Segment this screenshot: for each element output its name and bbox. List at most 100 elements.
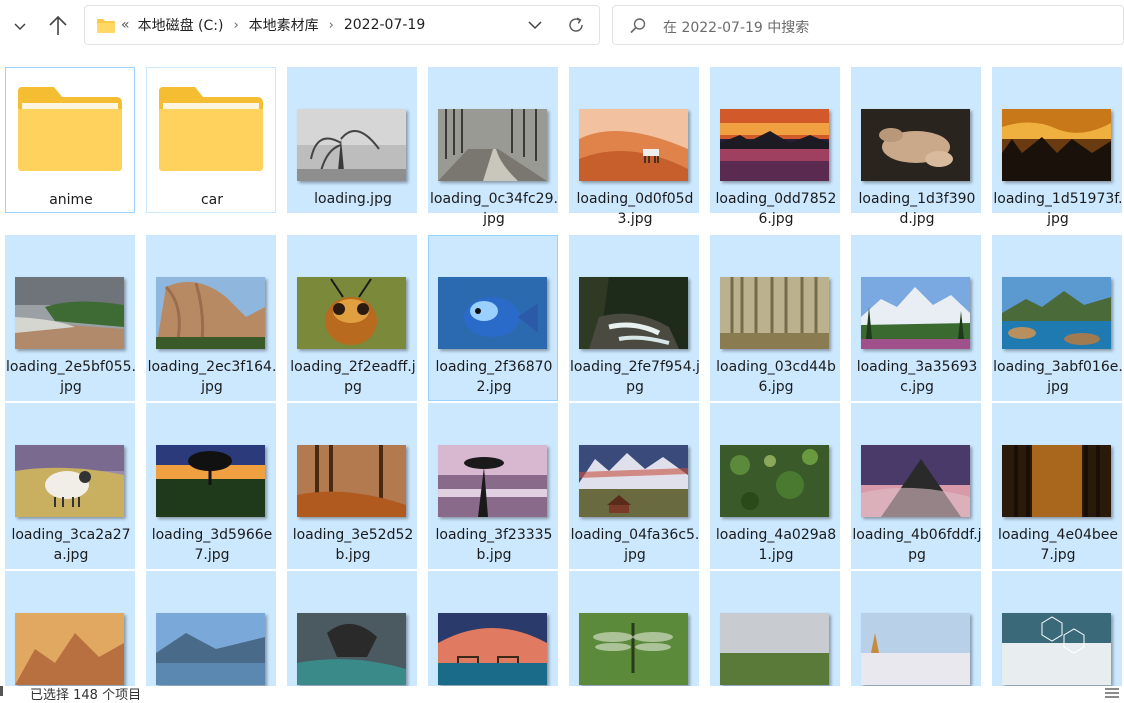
image-thumbnail	[579, 109, 688, 181]
file-name-label: loading.jpg	[314, 191, 392, 207]
file-item[interactable]: loading_4a029a81.jpg	[710, 403, 840, 569]
breadcrumb: « 本地磁盘 (C:) › 本地素材库 › 2022-07-19	[121, 6, 425, 44]
image-thumbnail	[720, 445, 829, 517]
file-name-label: loading_4b06fddf.jpg	[852, 527, 982, 563]
file-item[interactable]: loading_2f368702.jpg	[428, 235, 558, 401]
address-history-chevron-icon[interactable]	[527, 18, 543, 32]
recent-locations-chevron-icon[interactable]	[10, 14, 30, 38]
image-thumbnail	[297, 109, 406, 181]
image-thumbnail	[297, 445, 406, 517]
image-thumbnail	[579, 445, 688, 517]
file-name-label: loading_3abf016e.jpg	[993, 359, 1123, 395]
file-name-label: loading_3d5966e7.jpg	[151, 527, 273, 563]
image-thumbnail	[15, 277, 124, 349]
file-name-label: loading_3ca2a27a.jpg	[11, 527, 131, 563]
breadcrumb-item-library[interactable]: 本地素材库	[249, 15, 319, 35]
image-thumbnail	[720, 109, 829, 181]
file-name-label: loading_2f368702.jpg	[435, 359, 553, 395]
image-thumbnail	[15, 613, 124, 685]
search-placeholder: 在 2022-07-19 中搜索	[663, 20, 810, 36]
file-item[interactable]	[428, 571, 558, 693]
file-name-label: loading_0c34fc29.jpg	[430, 191, 558, 227]
file-name-label: loading_3e52d52b.jpg	[292, 527, 414, 563]
file-name-label: loading_2f2eadff.jpg	[290, 359, 416, 395]
file-name-label: loading_0d0f05d3.jpg	[576, 191, 694, 227]
file-item[interactable]: loading_1d3f390d.jpg	[851, 67, 981, 227]
file-item[interactable]	[992, 571, 1122, 693]
file-item[interactable]	[569, 571, 699, 693]
image-thumbnail	[156, 277, 265, 349]
image-thumbnail	[861, 277, 970, 349]
breadcrumb-item-date-folder[interactable]: 2022-07-19	[344, 17, 425, 33]
file-item[interactable]	[710, 571, 840, 693]
breadcrumb-separator-icon[interactable]: ›	[233, 18, 238, 33]
selection-count: 已选择 148 个项目	[30, 688, 142, 703]
search-icon	[630, 18, 646, 34]
file-name-label: loading_2ec3f164.jpg	[147, 359, 277, 395]
image-thumbnail	[156, 445, 265, 517]
image-thumbnail	[15, 445, 124, 517]
file-name-label: loading_2e5bf055.jpg	[6, 359, 136, 395]
file-name-label: loading_3a35693c.jpg	[856, 359, 978, 395]
file-item[interactable]: loading_3f23335b.jpg	[428, 403, 558, 569]
image-thumbnail	[861, 445, 970, 517]
file-item[interactable]: loading_2e5bf055.jpg	[5, 235, 136, 401]
file-item[interactable]: loading_4b06fddf.jpg	[851, 403, 982, 569]
refresh-icon[interactable]	[567, 16, 585, 34]
image-thumbnail	[297, 277, 406, 349]
file-item[interactable]: loading_3d5966e7.jpg	[146, 403, 276, 569]
file-item[interactable]: loading_3abf016e.jpg	[992, 235, 1123, 401]
breadcrumb-overflow[interactable]: «	[121, 17, 130, 33]
file-name-label: loading_2fe7f954.jpg	[570, 359, 700, 395]
file-item[interactable]: loading_04fa36c5.jpg	[569, 403, 699, 569]
file-name-label: loading_0dd78526.jpg	[715, 191, 837, 227]
image-thumbnail	[438, 445, 547, 517]
image-thumbnail	[438, 613, 547, 685]
file-item[interactable]: loading_3e52d52b.jpg	[287, 403, 417, 569]
image-thumbnail	[1002, 445, 1111, 517]
folder-icon	[159, 87, 263, 171]
breadcrumb-item-local-disk[interactable]: 本地磁盘 (C:)	[138, 15, 224, 35]
image-thumbnail	[1002, 613, 1111, 685]
file-item[interactable]: loading_2fe7f954.jpg	[569, 235, 700, 401]
file-name-label: loading_4e04bee7.jpg	[997, 527, 1119, 563]
file-name-label: loading_04fa36c5.jpg	[570, 527, 700, 563]
file-item[interactable]: loading_2ec3f164.jpg	[146, 235, 276, 401]
file-item[interactable]: loading_0c34fc29.jpg	[428, 67, 558, 227]
image-thumbnail	[579, 613, 688, 685]
file-item[interactable]	[851, 571, 981, 693]
file-name-label: loading_1d3f390d.jpg	[858, 191, 976, 227]
file-grid: anime car loading.jpg loading_0c34fc29.jpg l…	[0, 52, 1124, 693]
file-item[interactable]: loading_1d51973f.jpg	[992, 67, 1123, 227]
image-thumbnail	[861, 109, 970, 181]
details-view-icon[interactable]	[1104, 687, 1120, 699]
up-arrow-icon[interactable]	[44, 12, 72, 40]
file-name-label: anime	[49, 192, 93, 208]
file-item[interactable]: loading_03cd44b6.jpg	[710, 235, 840, 401]
file-item[interactable]: loading_2f2eadff.jpg	[287, 235, 417, 401]
breadcrumb-separator-icon[interactable]: ›	[329, 18, 334, 33]
file-name-label: loading_3f23335b.jpg	[435, 527, 553, 563]
image-thumbnail	[297, 613, 406, 685]
search-box[interactable]: 在 2022-07-19 中搜索	[612, 5, 1124, 45]
file-item[interactable]: loading_0dd78526.jpg	[710, 67, 840, 227]
image-thumbnail	[861, 613, 970, 685]
folder-item[interactable]: anime	[5, 67, 135, 213]
image-thumbnail	[720, 613, 829, 685]
file-item[interactable]	[146, 571, 276, 693]
image-thumbnail	[1002, 277, 1111, 349]
file-item[interactable]: loading_3ca2a27a.jpg	[5, 403, 135, 569]
file-item[interactable]: loading_0d0f05d3.jpg	[569, 67, 699, 227]
file-item[interactable]: loading_3a35693c.jpg	[851, 235, 981, 401]
image-thumbnail	[720, 277, 829, 349]
address-bar[interactable]: « 本地磁盘 (C:) › 本地素材库 › 2022-07-19	[84, 5, 600, 45]
file-item[interactable]	[5, 571, 135, 693]
file-item[interactable]: loading.jpg	[287, 67, 417, 213]
folder-item[interactable]: car	[146, 67, 276, 213]
image-thumbnail	[438, 109, 547, 181]
navigation-bar: « 本地磁盘 (C:) › 本地素材库 › 2022-07-19 在 2022-…	[0, 0, 1124, 52]
file-item[interactable]: loading_4e04bee7.jpg	[992, 403, 1122, 569]
file-item[interactable]	[287, 571, 417, 693]
folder-icon	[18, 87, 122, 171]
folder-icon	[97, 19, 115, 33]
